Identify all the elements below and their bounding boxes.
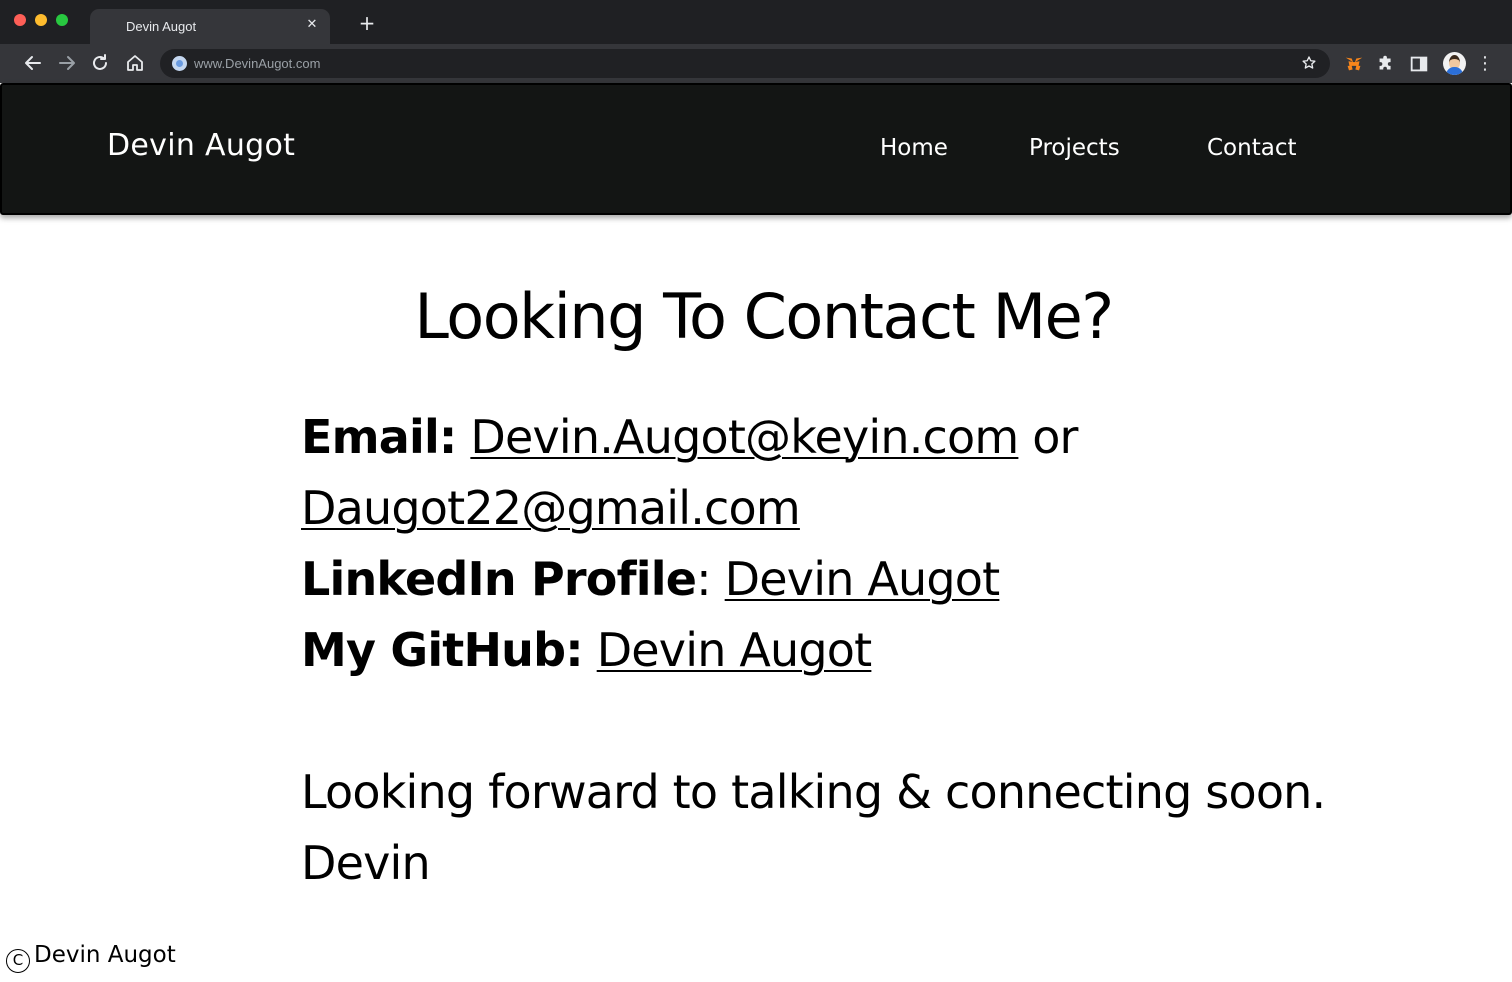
site-navbar: Devin Augot Home Projects Contact — [0, 83, 1512, 215]
address-bar[interactable]: www.DevinAugot.com — [160, 49, 1330, 78]
contact-details: Email: Devin.Augot@keyin.com or Daugot22… — [301, 402, 1501, 899]
github-label: My GitHub: — [301, 623, 584, 677]
email-secondary-line: Daugot22@gmail.com — [301, 473, 1501, 544]
email-or-text: or — [1032, 410, 1078, 464]
copyright-icon: C — [6, 949, 30, 973]
site-info-icon[interactable] — [172, 56, 187, 71]
email-line: Email: Devin.Augot@keyin.com or — [301, 402, 1501, 473]
browser-titlebar: Devin Augot ✕ + — [0, 0, 1512, 44]
tab-close-icon[interactable]: ✕ — [302, 15, 322, 35]
metamask-extension-icon[interactable] — [1343, 53, 1365, 75]
closing-text: Looking forward to talking & connecting … — [301, 765, 1326, 819]
minimize-window-button[interactable] — [35, 14, 47, 26]
linkedin-label: LinkedIn Profile — [301, 552, 697, 606]
email-link-gmail[interactable]: Daugot22@gmail.com — [301, 481, 801, 535]
footer-name: Devin Augot — [34, 942, 176, 968]
bookmark-star-icon[interactable] — [1300, 54, 1318, 72]
footer: C Devin Augot — [6, 942, 176, 973]
email-label: Email: — [301, 410, 457, 464]
email-link-keyin[interactable]: Devin.Augot@keyin.com — [470, 410, 1019, 464]
linkedin-line: LinkedIn Profile: Devin Augot — [301, 544, 1501, 615]
maximize-window-button[interactable] — [56, 14, 68, 26]
extensions-puzzle-icon[interactable] — [1375, 53, 1397, 75]
site-brand[interactable]: Devin Augot — [107, 128, 295, 163]
linkedin-colon: : — [696, 552, 711, 606]
page-title: Looking To Contact Me? — [414, 280, 1114, 353]
tab-title: Devin Augot — [126, 19, 197, 34]
nav-link-contact[interactable]: Contact — [1207, 135, 1296, 161]
new-tab-button[interactable]: + — [356, 12, 378, 34]
close-window-button[interactable] — [14, 14, 26, 26]
reload-icon[interactable] — [88, 51, 112, 75]
github-line: My GitHub: Devin Augot — [301, 615, 1501, 686]
linkedin-link[interactable]: Devin Augot — [725, 552, 1001, 606]
url-text: www.DevinAugot.com — [194, 56, 321, 71]
side-panel-icon[interactable] — [1408, 53, 1430, 75]
back-icon[interactable] — [21, 51, 45, 75]
home-icon[interactable] — [123, 51, 147, 75]
nav-link-home[interactable]: Home — [880, 135, 948, 161]
signature-text: Devin — [301, 836, 431, 890]
profile-avatar[interactable] — [1443, 52, 1466, 75]
nav-link-projects[interactable]: Projects — [1029, 135, 1120, 161]
forward-icon[interactable] — [55, 51, 79, 75]
browser-toolbar: www.DevinAugot.com ⋮ — [0, 44, 1512, 83]
browser-tab[interactable]: Devin Augot ✕ — [90, 9, 330, 44]
github-link[interactable]: Devin Augot — [597, 623, 873, 677]
browser-menu-icon[interactable]: ⋮ — [1476, 53, 1494, 75]
